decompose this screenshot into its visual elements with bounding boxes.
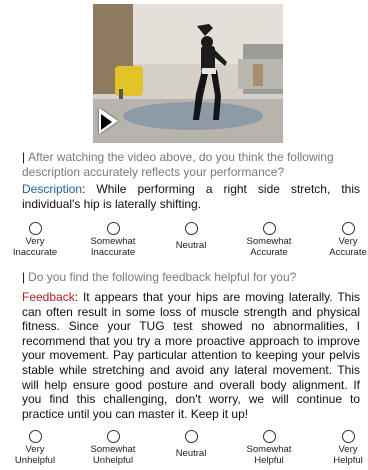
question-accuracy-text: After watching the video above, do you t… (22, 150, 334, 179)
option-label: Inaccurate (90, 247, 136, 258)
description-label: Description (22, 182, 83, 196)
description-block: Description: While performing a right si… (22, 182, 361, 211)
question-helpfulness-text: Do you find the following feedback helpf… (28, 270, 297, 284)
radio-button[interactable] (106, 430, 120, 443)
option-label: Inaccurate (12, 247, 58, 258)
option-label: Unhelpful (14, 455, 56, 466)
helpful-scale: Very Unhelpful Somewhat Unhelpful Neutra… (0, 430, 368, 470)
radio-button[interactable] (106, 222, 120, 235)
question-marker: | (22, 150, 26, 164)
helpful-option-very-helpful[interactable]: Very Helpful (308, 430, 368, 466)
helpful-option-somewhat-unhelpful[interactable]: Somewhat Unhelpful (73, 430, 153, 466)
option-label: Very (338, 236, 358, 247)
option-label: Somewhat (246, 236, 292, 247)
option-label: Helpful (333, 455, 363, 466)
option-label: Very (338, 444, 358, 455)
accuracy-option-very-inaccurate[interactable]: Very Inaccurate (0, 222, 75, 258)
radio-button[interactable] (184, 222, 198, 235)
question-accuracy: | After watching the video above, do you … (22, 150, 360, 179)
radio-button[interactable] (341, 430, 355, 443)
helpful-option-very-unhelpful[interactable]: Very Unhelpful (0, 430, 75, 466)
option-label: Neutral (175, 448, 207, 459)
option-label: Somewhat (90, 236, 136, 247)
accuracy-scale: Very Inaccurate Somewhat Inaccurate Neut… (0, 222, 368, 262)
accuracy-option-somewhat-inaccurate[interactable]: Somewhat Inaccurate (73, 222, 153, 258)
helpful-option-neutral[interactable]: Neutral (151, 430, 231, 459)
video-thumbnail (93, 4, 283, 143)
radio-button[interactable] (341, 222, 355, 235)
option-label: Helpful (254, 455, 284, 466)
option-label: Accurate (329, 247, 367, 258)
question-helpfulness: | Do you find the following feedback help… (22, 270, 360, 285)
radio-button[interactable] (262, 222, 276, 235)
feedback-block: Feedback: It appears that your hips are … (22, 290, 361, 421)
radio-button[interactable] (262, 430, 276, 443)
option-label: Accurate (250, 247, 288, 258)
play-icon-inner (101, 114, 112, 130)
feedback-label: Feedback (22, 290, 75, 304)
question-marker: | (22, 270, 26, 284)
radio-button[interactable] (184, 430, 198, 443)
feedback-text: It appears that your hips are moving lat… (22, 290, 361, 421)
helpful-option-somewhat-helpful[interactable]: Somewhat Helpful (229, 430, 309, 466)
radio-button[interactable] (28, 430, 42, 443)
radio-button[interactable] (28, 222, 42, 235)
option-label: Neutral (175, 240, 207, 251)
option-label: Very (25, 444, 45, 455)
accuracy-option-somewhat-accurate[interactable]: Somewhat Accurate (229, 222, 309, 258)
video-player[interactable] (93, 4, 283, 143)
option-label: Somewhat (90, 444, 136, 455)
option-label: Somewhat (246, 444, 292, 455)
accuracy-option-very-accurate[interactable]: Very Accurate (308, 222, 368, 258)
accuracy-option-neutral[interactable]: Neutral (151, 222, 231, 251)
option-label: Very (25, 236, 45, 247)
option-label: Unhelpful (92, 455, 134, 466)
